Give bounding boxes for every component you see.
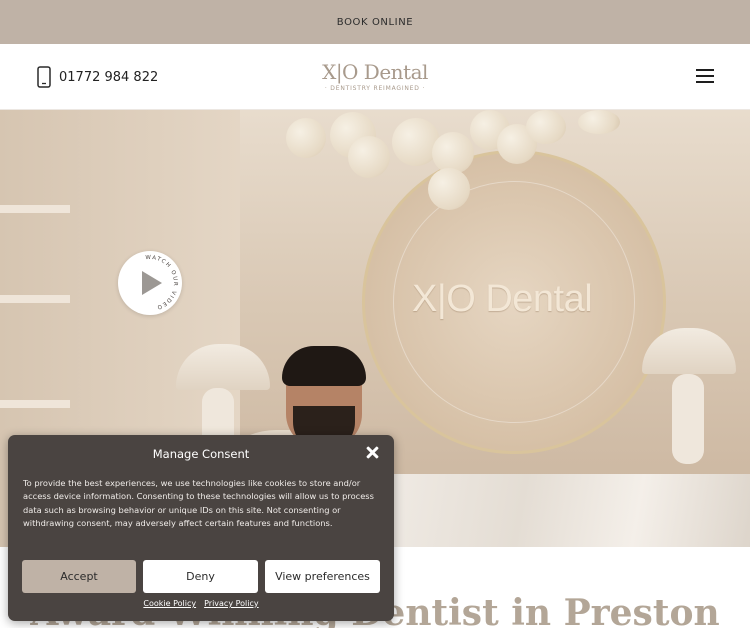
- play-icon: [142, 271, 162, 295]
- site-logo[interactable]: X|O Dental · DENTISTRY REIMAGINED ·: [300, 60, 450, 92]
- consent-links: Cookie Policy Privacy Policy: [8, 599, 394, 608]
- consent-title: Manage Consent: [152, 447, 250, 461]
- reception-desk: [370, 474, 750, 547]
- balloon: [526, 110, 566, 144]
- balloon: [286, 118, 326, 158]
- accept-button[interactable]: Accept: [22, 560, 136, 593]
- logo-tagline: · DENTISTRY REIMAGINED ·: [324, 85, 426, 92]
- phone-number: 01772 984 822: [59, 69, 159, 85]
- hamburger-menu-icon[interactable]: [696, 68, 716, 84]
- balloon: [578, 110, 620, 134]
- phone-link[interactable]: 01772 984 822: [37, 66, 158, 88]
- shelf: [0, 295, 70, 303]
- book-online-link[interactable]: BOOK ONLINE: [337, 17, 413, 28]
- cookie-consent-dialog: Manage Consent To provide the best exper…: [8, 435, 394, 621]
- wall-sign-text: X|O Dental: [412, 278, 593, 320]
- shelf: [0, 205, 70, 213]
- consent-body: To provide the best experiences, we use …: [23, 478, 374, 529]
- deny-button[interactable]: Deny: [143, 560, 258, 593]
- watch-video-button[interactable]: WATCH OUR VIDEO: [118, 251, 182, 315]
- lamp-base: [672, 374, 704, 464]
- view-preferences-button[interactable]: View preferences: [265, 560, 380, 593]
- logo-wordmark: X|O Dental: [322, 60, 428, 84]
- balloon: [428, 168, 470, 210]
- cookie-policy-link[interactable]: Cookie Policy: [143, 599, 196, 608]
- top-bar: BOOK ONLINE: [0, 0, 750, 44]
- balloon: [348, 136, 390, 178]
- privacy-policy-link[interactable]: Privacy Policy: [204, 599, 259, 608]
- site-header: 01772 984 822 X|O Dental · DENTISTRY REI…: [0, 44, 750, 110]
- shelf: [0, 400, 70, 408]
- close-icon[interactable]: [364, 445, 380, 461]
- mobile-phone-icon: [37, 66, 51, 88]
